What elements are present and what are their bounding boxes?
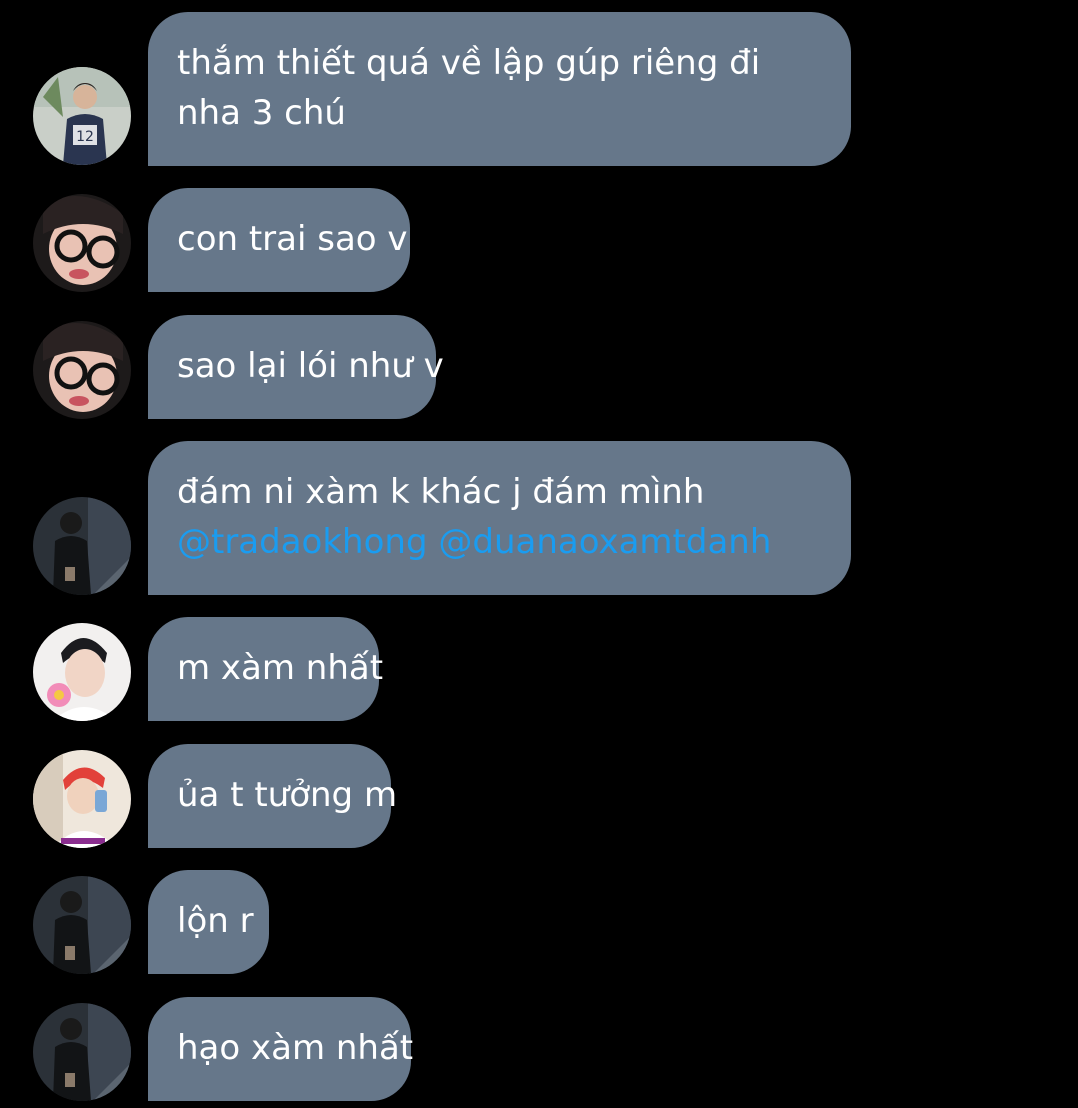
message-text: sao lại lói như v (177, 346, 444, 386)
message-bubble[interactable]: hạo xàm nhất (148, 997, 414, 1101)
message-text: thắm thiết quá về lập gúp riêng đi nha 3… (177, 43, 761, 133)
message-text: m xàm nhất (177, 648, 384, 688)
message-bubble[interactable]: thắm thiết quá về lập gúp riêng đi nha 3… (148, 12, 851, 166)
avatar[interactable] (33, 750, 131, 848)
avatar-red-hair-icon (33, 750, 131, 848)
chat-message: đám ni xàm k khác j đám mình @tradaokhon… (0, 441, 1078, 595)
avatar-boy-jersey-icon: 12 (33, 67, 131, 165)
avatar[interactable] (33, 497, 131, 595)
chat-message: ủa t tưởng m (0, 744, 1078, 848)
avatar[interactable] (33, 1003, 131, 1101)
svg-text:12: 12 (76, 129, 94, 145)
mention-link[interactable]: @tradaokhong (177, 522, 428, 562)
avatar[interactable] (33, 876, 131, 974)
avatar-dark-stairs-icon (33, 876, 131, 974)
avatar[interactable] (33, 194, 131, 292)
message-bubble[interactable]: con trai sao v (148, 188, 410, 292)
message-text: lộn r (177, 901, 254, 941)
avatar-dark-stairs-icon (33, 1003, 131, 1101)
chat-message: hạo xàm nhất (0, 997, 1078, 1101)
chat-message: con trai sao v (0, 188, 1078, 292)
avatar-glasses-icon (33, 194, 131, 292)
chat-message: sao lại lói như v (0, 315, 1078, 419)
message-bubble[interactable]: m xàm nhất (148, 617, 383, 721)
message-text: hạo xàm nhất (177, 1028, 414, 1068)
chat-message: lộn r (0, 870, 1078, 974)
chat-message: 12 thắm thiết quá về lập gúp riêng đi nh… (0, 12, 1078, 166)
chat-message: m xàm nhất (0, 617, 1078, 721)
avatar-flower-icon (33, 623, 131, 721)
message-text: con trai sao v (177, 219, 408, 259)
message-bubble[interactable]: sao lại lói như v (148, 315, 444, 419)
message-bubble[interactable]: đám ni xàm k khác j đám mình @tradaokhon… (148, 441, 851, 595)
avatar[interactable]: 12 (33, 67, 131, 165)
avatar[interactable] (33, 321, 131, 419)
message-bubble[interactable]: lộn r (148, 870, 269, 974)
avatar-dark-stairs-icon (33, 497, 131, 595)
avatar[interactable] (33, 623, 131, 721)
message-text: ủa t tưởng m (177, 775, 398, 815)
mention-link[interactable]: @duanaoxamtdanh (438, 522, 771, 562)
message-text: đám ni xàm k khác j đám mình (177, 472, 705, 512)
avatar-glasses-icon (33, 321, 131, 419)
message-bubble[interactable]: ủa t tưởng m (148, 744, 397, 848)
